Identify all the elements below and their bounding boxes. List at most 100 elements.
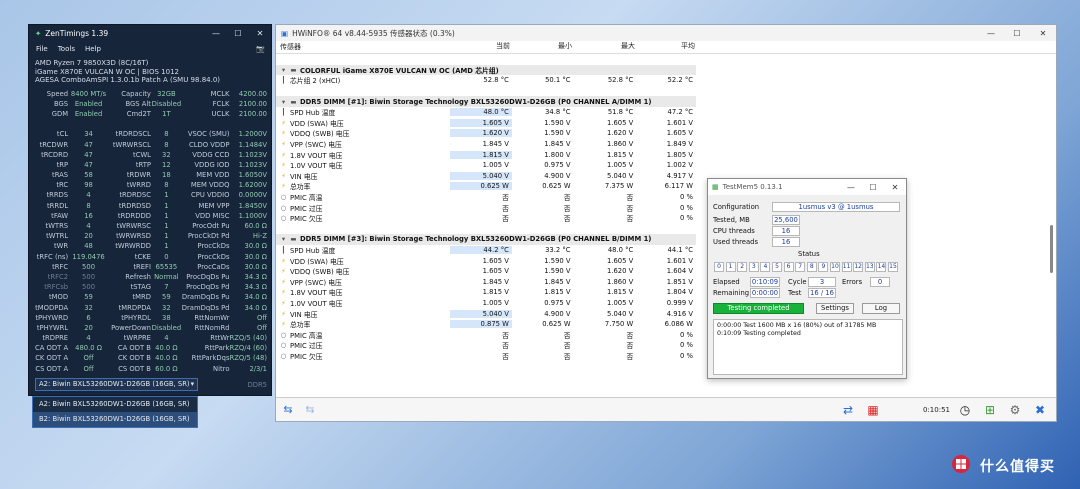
sensor-row[interactable]: ┃ SPD Hub 温度 44.2 °C 33.2 °C 48.0 °C 44.1 °C — [276, 245, 696, 256]
lightning-icon: ⚡ — [281, 288, 286, 297]
zentimings-titlebar[interactable]: ✦ ZenTimings 1.39 — ☐ ✕ — [29, 25, 271, 42]
lightning-icon: ⚡ — [281, 118, 286, 127]
menu-help[interactable]: Help — [85, 45, 101, 53]
settings-button[interactable]: Settings — [816, 303, 854, 314]
timing-label: UCLK — [211, 109, 230, 118]
sensor-row[interactable]: ⚡ VIN 电压 5.040 V 4.900 V 5.040 V 4.916 V — [276, 308, 696, 319]
config-field[interactable]: 1usmus v3 @ 1usmus — [772, 202, 900, 212]
minimize-button[interactable]: — — [978, 29, 1004, 38]
timing-value: 59 — [162, 293, 171, 302]
sensor-row[interactable]: ○ PMIC 过压 否 否 否 0 % — [276, 202, 696, 213]
timing-value: 0 — [164, 252, 169, 261]
sensor-row[interactable]: ⚡ VIN 电压 5.040 V 4.900 V 5.040 V 4.917 V — [276, 171, 696, 182]
col-avg[interactable]: 平均 — [638, 41, 698, 53]
sensor-row[interactable]: ○ PMIC 高温 否 否 否 0 % — [276, 192, 696, 203]
sensor-row[interactable]: ⚡ VPP (SWC) 电压 1.845 V 1.845 V 1.860 V 1.851 … — [276, 276, 696, 287]
value-max: 52.8 °C — [607, 76, 634, 85]
timing-label: CPU VDDIO — [191, 191, 230, 200]
timing-label: tCWL — [133, 150, 151, 159]
sensor-row[interactable]: ┃ 芯片组 2 (xHCI) 52.8 °C 50.1 °C 52.8 °C 52.2 °… — [276, 75, 696, 86]
nav-left-icon[interactable]: ⇆ — [278, 402, 298, 418]
sensor-row[interactable]: ⚡ 1.0V VOUT 电压 1.005 V 0.975 V 1.005 V 1.002 … — [276, 160, 696, 171]
sensor-name: PMIC 过压 — [290, 342, 323, 351]
test-field: 16 / 16 — [808, 288, 836, 298]
sensor-row[interactable]: ⚡ VDD (SWA) 电压 1.605 V 1.590 V 1.605 V 1.601 … — [276, 255, 696, 266]
sensor-row[interactable]: ○ PMIC 过压 否 否 否 0 % — [276, 340, 696, 351]
timing-value: 30.0 Ω — [244, 242, 268, 251]
sensor-group-row[interactable]: ▾ ▬ DDR5 DIMM [#3]: Biwin Storage Technolo… — [276, 234, 696, 245]
col-max[interactable]: 最大 — [575, 41, 638, 53]
camera-icon[interactable]: 📷 — [256, 45, 265, 53]
sensor-name: VDDQ (SWB) 电压 — [290, 268, 350, 277]
settings-icon[interactable]: ⚙ — [1005, 401, 1025, 419]
clock-icon[interactable]: ◷ — [955, 401, 975, 419]
collapse-icon[interactable]: ▾ — [280, 235, 287, 243]
menu-file[interactable]: File — [36, 45, 48, 53]
sensor-row[interactable]: ⚡ VDD (SWA) 电压 1.605 V 1.590 V 1.605 V 1.601 … — [276, 118, 696, 129]
minimize-button[interactable]: — — [840, 183, 862, 192]
timing-value: 8 — [164, 130, 169, 139]
timing-label: tRDRDSD — [118, 201, 151, 210]
sensor-row[interactable]: ○ PMIC 高温 否 否 否 0 % — [276, 329, 696, 340]
scrollbar[interactable] — [1050, 225, 1053, 273]
sensor-row[interactable]: ⚡ VPP (SWC) 电压 1.845 V 1.845 V 1.860 V 1.849 … — [276, 139, 696, 150]
timing-label: tRC — [56, 181, 69, 190]
value-avg: 0 % — [680, 193, 693, 202]
maximize-button[interactable]: ☐ — [227, 29, 249, 38]
cycle-label: Cycle — [788, 278, 807, 286]
dimm-option-b2[interactable]: B2: Biwin BXL53260DW1-D26GB (16GB, SR) — [33, 412, 197, 427]
value-avg: 6.117 W — [664, 182, 693, 191]
collapse-icon[interactable]: ▾ — [280, 98, 287, 106]
sensor-row[interactable]: ⚡ VDDQ (SWB) 电压 1.620 V 1.590 V 1.620 V 1.605… — [276, 128, 696, 139]
status-button[interactable]: Testing completed — [713, 303, 804, 314]
timing-label: tWTRL — [46, 232, 69, 241]
sensor-row[interactable]: ⚡ 1.8V VOUT 电压 1.815 V 1.800 V 1.815 V 1.805 … — [276, 149, 696, 160]
dimm-dropdown: A2: Biwin BXL53260DW1-D26GB (16GB, SR) B… — [32, 396, 198, 428]
log-button[interactable]: Log — [862, 303, 900, 314]
sensor-name: VIN 电压 — [290, 172, 318, 181]
sensor-group-row[interactable]: ▾ ▬ COLORFUL iGame X870E VULCAN W OC (AMD … — [276, 64, 696, 76]
close-button[interactable]: ✕ — [1030, 29, 1056, 38]
value-max: 1.620 V — [606, 267, 634, 276]
add-icon[interactable]: ⊞ — [980, 401, 1000, 419]
errors-label: Errors — [842, 278, 863, 286]
sensor-row[interactable]: ┃ SPD Hub 温度 48.0 °C 34.8 °C 51.8 °C 47.2 °C — [276, 107, 696, 118]
sensor-row[interactable]: ⚡ VDDQ (SWB) 电压 1.605 V 1.590 V 1.620 V 1.604… — [276, 266, 696, 277]
maximize-button[interactable]: ☐ — [1004, 29, 1030, 38]
sensor-row[interactable]: ⚡ 1.0V VOUT 电压 1.005 V 0.975 V 1.005 V 0.999 … — [276, 298, 696, 309]
test-indicator: 7 — [795, 262, 806, 272]
timing-label: MEM VPP — [198, 201, 230, 210]
sensor-row[interactable]: ○ PMIC 欠压 否 否 否 0 % — [276, 213, 696, 224]
dimm-select[interactable]: A2: Biwin BXL53260DW1-D26GB (16GB, SR) ▾ — [35, 378, 198, 391]
timing-value: 58 — [84, 171, 93, 180]
value-current: 0.875 W — [450, 320, 512, 329]
maximize-button[interactable]: ☐ — [862, 183, 884, 192]
minimize-button[interactable]: — — [205, 29, 227, 38]
sensor-row[interactable]: ⚡ 总功率 0.875 W 0.625 W 7.750 W 6.086 W — [276, 319, 696, 330]
col-min[interactable]: 最小 — [513, 41, 575, 53]
testmem5-titlebar[interactable]: ▦ TestMem5 0.13.1 — ☐ ✕ — [708, 179, 906, 195]
network-icon[interactable]: ⇄ — [838, 401, 858, 419]
col-current[interactable]: 当前 — [451, 41, 513, 53]
collapse-icon[interactable]: ▾ — [280, 66, 287, 74]
value-current: 0.625 W — [450, 182, 512, 191]
sensor-row[interactable]: ○ PMIC 欠压 否 否 否 0 % — [276, 351, 696, 362]
close-button[interactable]: ✕ — [884, 183, 906, 192]
log-line: 0:00:00 Test 1600 MB x 16 (80%) out of 3… — [717, 322, 877, 329]
sensor-row[interactable]: ⚡ 总功率 0.625 W 0.625 W 7.375 W 6.117 W — [276, 181, 696, 192]
close-button[interactable]: ✕ — [249, 29, 271, 38]
timing-label: tRAS — [52, 171, 69, 180]
timing-label: tRCDWR — [39, 140, 69, 149]
timing-label: ProcCkDt Pd — [187, 232, 230, 241]
dimm-option-a2[interactable]: A2: Biwin BXL53260DW1-D26GB (16GB, SR) — [33, 397, 197, 412]
close-icon[interactable]: ✖ — [1030, 401, 1050, 419]
report-icon[interactable]: ▦ — [863, 401, 883, 419]
sensor-row[interactable]: ⚡ 1.8V VOUT 电压 1.815 V 1.815 V 1.815 V 1.804 … — [276, 287, 696, 298]
timing-row: CK ODT A Off CK ODT B 40.0 Ω RttParkDqs RZQ/5… — [35, 353, 271, 363]
hwinfo-titlebar[interactable]: ▣ HWiNFO® 64 v8.44-5935 传感器状态 (0.3%) — ☐… — [276, 25, 1056, 41]
col-sensor[interactable]: 传感器 — [276, 41, 451, 53]
test-indicator: 12 — [853, 262, 864, 272]
menu-tools[interactable]: Tools — [58, 45, 75, 53]
nav-right-icon[interactable]: ⇆ — [300, 402, 320, 418]
sensor-group-row[interactable]: ▾ ▬ DDR5 DIMM [#1]: Biwin Storage Technolo… — [276, 96, 696, 107]
